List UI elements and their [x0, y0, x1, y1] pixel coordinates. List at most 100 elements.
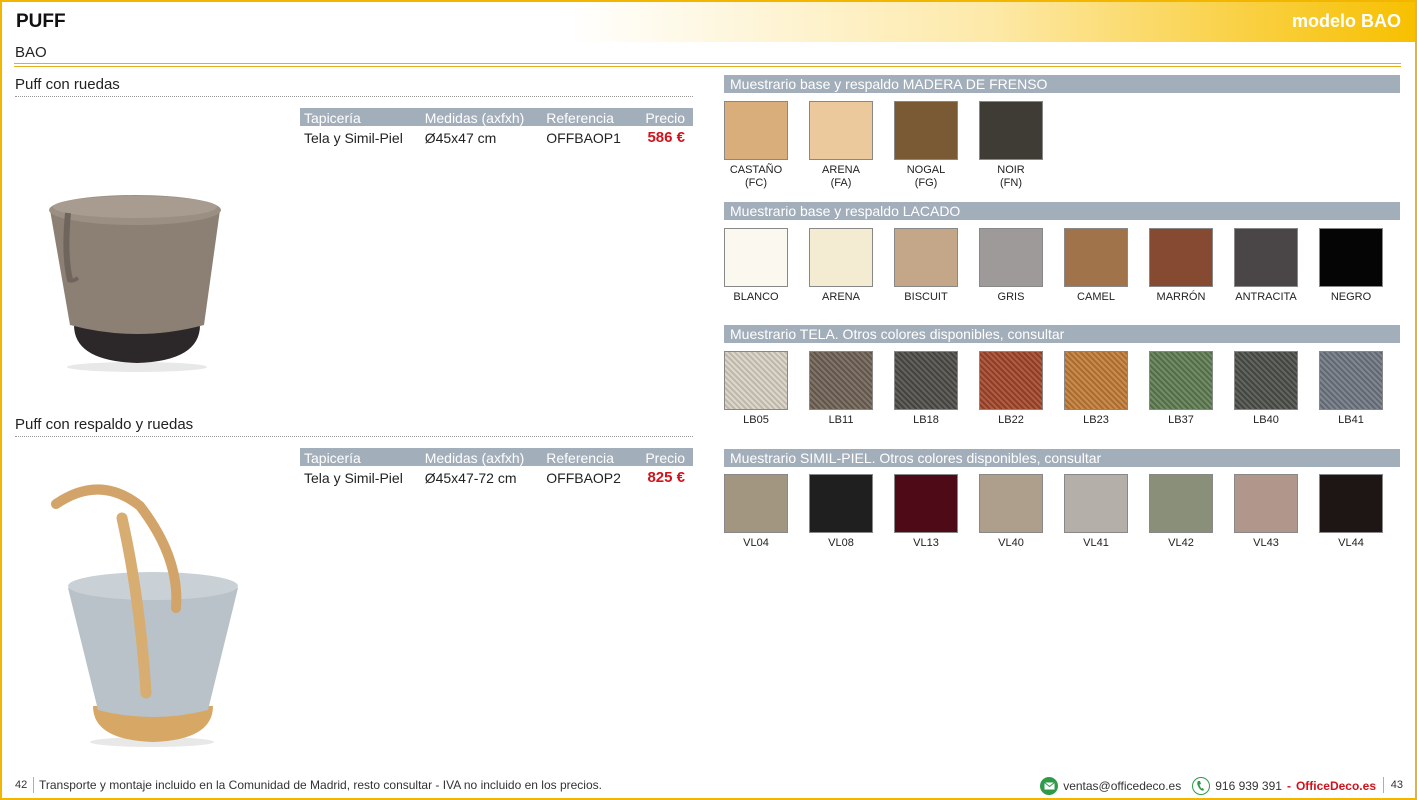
swatch-label: BLANCO: [724, 291, 788, 304]
swatch-chip: [1319, 228, 1383, 287]
swatch-name: VL04: [743, 537, 769, 549]
separator: -: [1286, 779, 1291, 793]
swatch-name: LB41: [1338, 414, 1364, 426]
swatch-label: NOIR (FN): [979, 164, 1043, 190]
swatch-name: LB22: [998, 414, 1024, 426]
page-title: PUFF: [16, 11, 66, 32]
column-header: Precio: [636, 108, 693, 126]
swatch-label: VL41: [1064, 537, 1128, 550]
swatch: LB11: [809, 351, 873, 427]
swatch-chip: [809, 351, 873, 410]
column-header: Precio: [636, 448, 693, 466]
swatch-chip: [1234, 228, 1298, 287]
swatch: VL13: [894, 474, 958, 550]
swatch-label: ANTRACITA: [1234, 291, 1298, 304]
page-subtitle: BAO: [15, 44, 47, 61]
swatch: ARENA (FA): [809, 101, 873, 190]
swatch-code: (FA): [830, 177, 852, 189]
cell-medidas: Ø45x47-72 cm: [424, 469, 517, 486]
cell-precio: 586 €: [647, 129, 685, 146]
swatch: CASTAÑO (FC): [724, 101, 788, 190]
swatch-chip: [1064, 474, 1128, 533]
swatch-chip: [979, 228, 1043, 287]
cell-referencia: OFFBAOP2: [546, 469, 621, 486]
swatch-label: VL40: [979, 537, 1043, 550]
swatch-chip: [724, 474, 788, 533]
swatch: LB05: [724, 351, 788, 427]
swatch-chip: [979, 351, 1043, 410]
swatch-name: VL08: [828, 537, 854, 549]
swatch: VL40: [979, 474, 1043, 550]
swatch: LB22: [979, 351, 1043, 427]
swatch-chip: [1319, 474, 1383, 533]
swatch-name: LB23: [1083, 414, 1109, 426]
cell-referencia: OFFBAOP1: [546, 129, 621, 146]
swatch-name: ARENA: [822, 164, 860, 176]
swatch-name: BISCUIT: [904, 291, 948, 303]
swatch-chip: [724, 228, 788, 287]
swatch-label: VL42: [1149, 537, 1213, 550]
swatch-label: LB41: [1319, 414, 1383, 427]
swatch-chip: [1064, 228, 1128, 287]
swatch-label: LB18: [894, 414, 958, 427]
swatch: BLANCO: [724, 228, 788, 304]
page-number-left: 42: [15, 779, 28, 791]
contact-email[interactable]: ventas@officedeco.es: [1063, 779, 1181, 793]
puff-with-backrest-image: [51, 484, 238, 747]
swatch: VL41: [1064, 474, 1128, 550]
swatch: VL42: [1149, 474, 1213, 550]
swatch-name: GRIS: [997, 291, 1025, 303]
swatch-label: LB37: [1149, 414, 1213, 427]
column-header: Tapicería: [300, 448, 421, 466]
swatch-chip: [1149, 474, 1213, 533]
swatch-name: LB05: [743, 414, 769, 426]
product-spec-table: Tapicería Medidas (axfxh) Referencia Pre…: [300, 108, 693, 146]
swatch-code: (FN): [1000, 177, 1022, 189]
column-header: Referencia: [542, 448, 637, 466]
column-header: Tapicería: [300, 108, 421, 126]
swatch-group-title: Muestrario SIMIL-PIEL. Otros colores dis…: [724, 449, 1400, 467]
swatch: LB40: [1234, 351, 1298, 427]
swatch-label: MARRÓN: [1149, 291, 1213, 304]
swatch-name: VL40: [998, 537, 1024, 549]
swatch-name: VL13: [913, 537, 939, 549]
swatch-name: BLANCO: [733, 291, 779, 303]
swatch-name: VL44: [1338, 537, 1364, 549]
product-title: Puff con ruedas: [15, 76, 120, 93]
swatch-label: LB23: [1064, 414, 1128, 427]
swatch-group-title: Muestrario base y respaldo MADERA DE FRE…: [724, 75, 1400, 93]
puff-with-wheels-image: [49, 195, 221, 372]
swatch-label: LB22: [979, 414, 1043, 427]
swatch-name: NOGAL: [906, 164, 946, 176]
swatch-code: (FG): [914, 177, 938, 189]
swatch: LB41: [1319, 351, 1383, 427]
swatch-code: (FC): [745, 177, 767, 189]
swatch-chip: [894, 351, 958, 410]
swatch: NEGRO: [1319, 228, 1383, 304]
swatch-chip: [979, 474, 1043, 533]
swatch-label: VL08: [809, 537, 873, 550]
brand-link[interactable]: OfficeDeco.es: [1296, 779, 1376, 793]
header-bar: PUFF modelo BAO: [2, 2, 1415, 42]
footer-divider: [1383, 777, 1384, 793]
contact-phone: 916 939 391: [1215, 779, 1282, 793]
swatch-chip: [724, 101, 788, 160]
swatch: GRIS: [979, 228, 1043, 304]
swatch-chip: [809, 228, 873, 287]
cell-medidas: Ø45x47 cm: [424, 129, 497, 146]
swatch: BISCUIT: [894, 228, 958, 304]
product-title-rule: [15, 436, 693, 437]
swatch-name: CASTAÑO: [729, 164, 783, 176]
swatch-chip: [809, 474, 873, 533]
swatch-label: VL43: [1234, 537, 1298, 550]
cell-tapiceria: Tela y Simil-Piel: [304, 469, 403, 486]
swatch-name: VL41: [1083, 537, 1109, 549]
swatch-name: LB18: [913, 414, 939, 426]
swatch-chip: [894, 101, 958, 160]
product-title: Puff con respaldo y ruedas: [15, 416, 194, 433]
swatch: VL04: [724, 474, 788, 550]
swatch: VL43: [1234, 474, 1298, 550]
swatch-chip: [724, 351, 788, 410]
swatch-label: CAMEL: [1064, 291, 1128, 304]
swatch-chip: [809, 101, 873, 160]
